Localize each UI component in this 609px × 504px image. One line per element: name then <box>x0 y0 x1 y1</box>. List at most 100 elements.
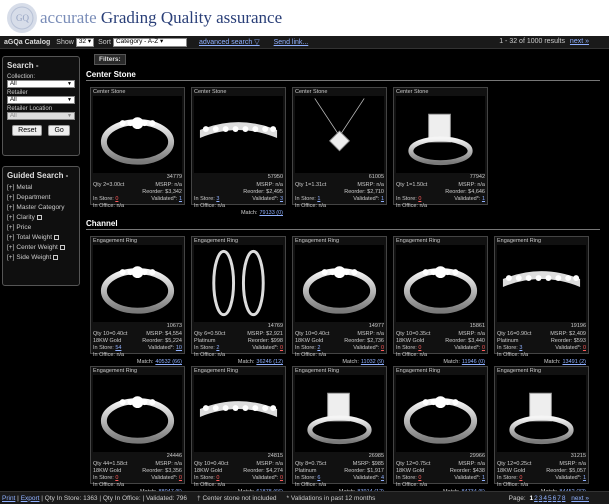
validated-link[interactable]: 0 <box>482 345 485 351</box>
product-card[interactable]: Engagement Ring 10673 Qty 10=0.40ct 18KW Go… <box>90 236 185 365</box>
product-image[interactable] <box>93 375 182 452</box>
guided-item[interactable]: [+] Price <box>7 224 75 231</box>
popup-icon[interactable] <box>36 215 42 220</box>
product-image[interactable] <box>396 245 485 322</box>
guided-item-label[interactable]: Total Weight <box>16 234 52 241</box>
guided-item[interactable]: [+] Center Weight <box>7 244 75 251</box>
product-image[interactable] <box>396 96 485 173</box>
validated-link[interactable]: 3 <box>280 196 283 202</box>
collection-select[interactable]: All ▼ <box>7 80 75 88</box>
match-link[interactable]: 13491 (2) <box>562 359 586 365</box>
validated-link[interactable]: 0 <box>381 345 384 351</box>
validated-link[interactable]: 0 <box>280 475 283 481</box>
product-image[interactable] <box>93 96 182 173</box>
match-link[interactable]: 36246 (12) <box>256 359 283 365</box>
guided-item-label[interactable]: Center Weight <box>16 244 57 251</box>
validated-link[interactable]: 10 <box>176 345 182 351</box>
product-image[interactable] <box>194 245 283 322</box>
validated-link[interactable]: 0 <box>583 345 586 351</box>
page-link[interactable]: 8 <box>562 495 566 502</box>
in-store-link[interactable]: 3 <box>519 345 522 351</box>
in-store-link[interactable]: 0 <box>418 345 421 351</box>
in-store-link[interactable]: 54 <box>115 345 121 351</box>
match-link[interactable]: 79133 (0) <box>259 210 283 216</box>
location-select[interactable]: All ▼ <box>7 112 75 120</box>
in-store-link[interactable]: 0 <box>418 196 421 202</box>
filters-button[interactable]: Filters: <box>94 54 126 65</box>
validated-link[interactable]: 0 <box>280 345 283 351</box>
in-store-link[interactable]: 3 <box>216 196 219 202</box>
guided-item[interactable]: [+] Department <box>7 194 75 201</box>
match-link[interactable]: 11032 (9) <box>361 359 384 365</box>
product-image[interactable] <box>194 96 283 173</box>
product-image[interactable] <box>396 375 485 452</box>
send-link[interactable]: Send link... <box>274 39 309 46</box>
page-link[interactable]: 4 <box>543 495 547 502</box>
page-link[interactable]: 3 <box>539 495 543 502</box>
product-card[interactable]: Engagement Ring 24815 Qty 10=0.40ct 18KW Go… <box>191 366 286 495</box>
product-card[interactable]: Engagement Ring 15861 Qty 10=0.35ct 18KW Go… <box>393 236 488 365</box>
popup-icon[interactable] <box>53 255 59 260</box>
guided-item[interactable]: [+] Total Weight <box>7 234 75 241</box>
in-store-link[interactable]: 0 <box>115 196 118 202</box>
product-image[interactable] <box>295 375 384 452</box>
in-store-link[interactable]: 0 <box>519 475 522 481</box>
advanced-search-link[interactable]: advanced search ▽ <box>199 38 260 46</box>
retailer-select[interactable]: All ▼ <box>7 96 75 104</box>
product-image[interactable] <box>194 375 283 452</box>
guided-item-label[interactable]: Master Category <box>16 204 64 211</box>
guided-item[interactable]: [+] Metal <box>7 184 75 191</box>
product-card[interactable]: Engagement Ring 29966 Qty 12=0.75ct 18KW Go… <box>393 366 488 495</box>
next-page-link[interactable]: next » <box>571 495 589 502</box>
product-card[interactable]: Engagement Ring 14769 Qty 6=0.50ct Platinum… <box>191 236 286 365</box>
product-card[interactable]: Engagement Ring 19196 Qty 16=0.90ct Platinu… <box>494 236 589 365</box>
next-page-link[interactable]: next » <box>570 38 589 45</box>
guided-item-label[interactable]: Metal <box>16 184 32 191</box>
guided-item[interactable]: [+] Side Weight <box>7 254 75 261</box>
go-button[interactable]: Go <box>48 125 70 136</box>
popup-icon[interactable] <box>54 235 60 240</box>
product-card[interactable]: Engagement Ring 31215 Qty 12=0.25ct 18KW Go… <box>494 366 589 495</box>
in-store-link[interactable]: 2 <box>216 345 219 351</box>
validated-link[interactable]: 1 <box>482 475 485 481</box>
reset-button[interactable]: Reset <box>12 125 43 136</box>
guided-item-label[interactable]: Price <box>16 224 31 231</box>
guided-item-label[interactable]: Side Weight <box>16 254 51 261</box>
validated-link[interactable]: 1 <box>482 196 485 202</box>
in-store-link[interactable]: 6 <box>317 475 320 481</box>
guided-item[interactable]: [+] Master Category <box>7 204 75 211</box>
in-store-link[interactable]: 1 <box>317 196 320 202</box>
in-store-link[interactable]: 2 <box>317 345 320 351</box>
product-image[interactable] <box>497 375 586 452</box>
validated-link[interactable]: 0 <box>179 475 182 481</box>
guided-item-label[interactable]: Department <box>16 194 50 201</box>
product-card[interactable]: Engagement Ring 26985 Qty 8=0.75ct Platinum… <box>292 366 387 495</box>
sort-select[interactable]: Category - A-Z ▾ <box>112 37 187 47</box>
product-card[interactable]: Center Stone 57950 In Store: 3 In Office: n… <box>191 87 286 216</box>
page-link[interactable]: 7 <box>557 495 561 502</box>
in-store-link[interactable]: 0 <box>115 475 118 481</box>
match-link[interactable]: 11946 (0) <box>462 359 485 365</box>
product-card[interactable]: Center Stone 61005 Qty 1=1.31ct In Store: 1… <box>292 87 387 209</box>
product-image[interactable] <box>497 245 586 322</box>
validated-link[interactable]: 1 <box>179 196 182 202</box>
product-image[interactable] <box>93 245 182 322</box>
validated-link[interactable]: 4 <box>381 475 384 481</box>
product-image[interactable] <box>295 245 384 322</box>
search-panel-title[interactable]: Search - <box>7 61 75 70</box>
in-store-link[interactable]: 0 <box>216 475 219 481</box>
in-store-link[interactable]: 0 <box>418 475 421 481</box>
product-card[interactable]: Center Stone 77942 Qty 1=1.50ct In Store: 0… <box>393 87 488 209</box>
match-link[interactable]: 40532 (66) <box>155 359 182 365</box>
product-card[interactable]: Engagement Ring 24446 Qty 44=1.58ct 18KW Go… <box>90 366 185 495</box>
product-image[interactable] <box>295 96 384 173</box>
product-card[interactable]: Center Stone 34779 Qty 2=3.00ct In Store: 0… <box>90 87 185 209</box>
export-link[interactable]: Export <box>21 495 40 502</box>
print-link[interactable]: Print <box>2 495 15 502</box>
show-select[interactable]: 32 ▾ <box>75 37 95 47</box>
validated-link[interactable]: 1 <box>583 475 586 481</box>
guided-item-label[interactable]: Clarity <box>16 214 34 221</box>
guided-item[interactable]: [+] Clarity <box>7 214 75 221</box>
popup-icon[interactable] <box>59 245 65 250</box>
page-link[interactable]: 5 <box>548 495 552 502</box>
